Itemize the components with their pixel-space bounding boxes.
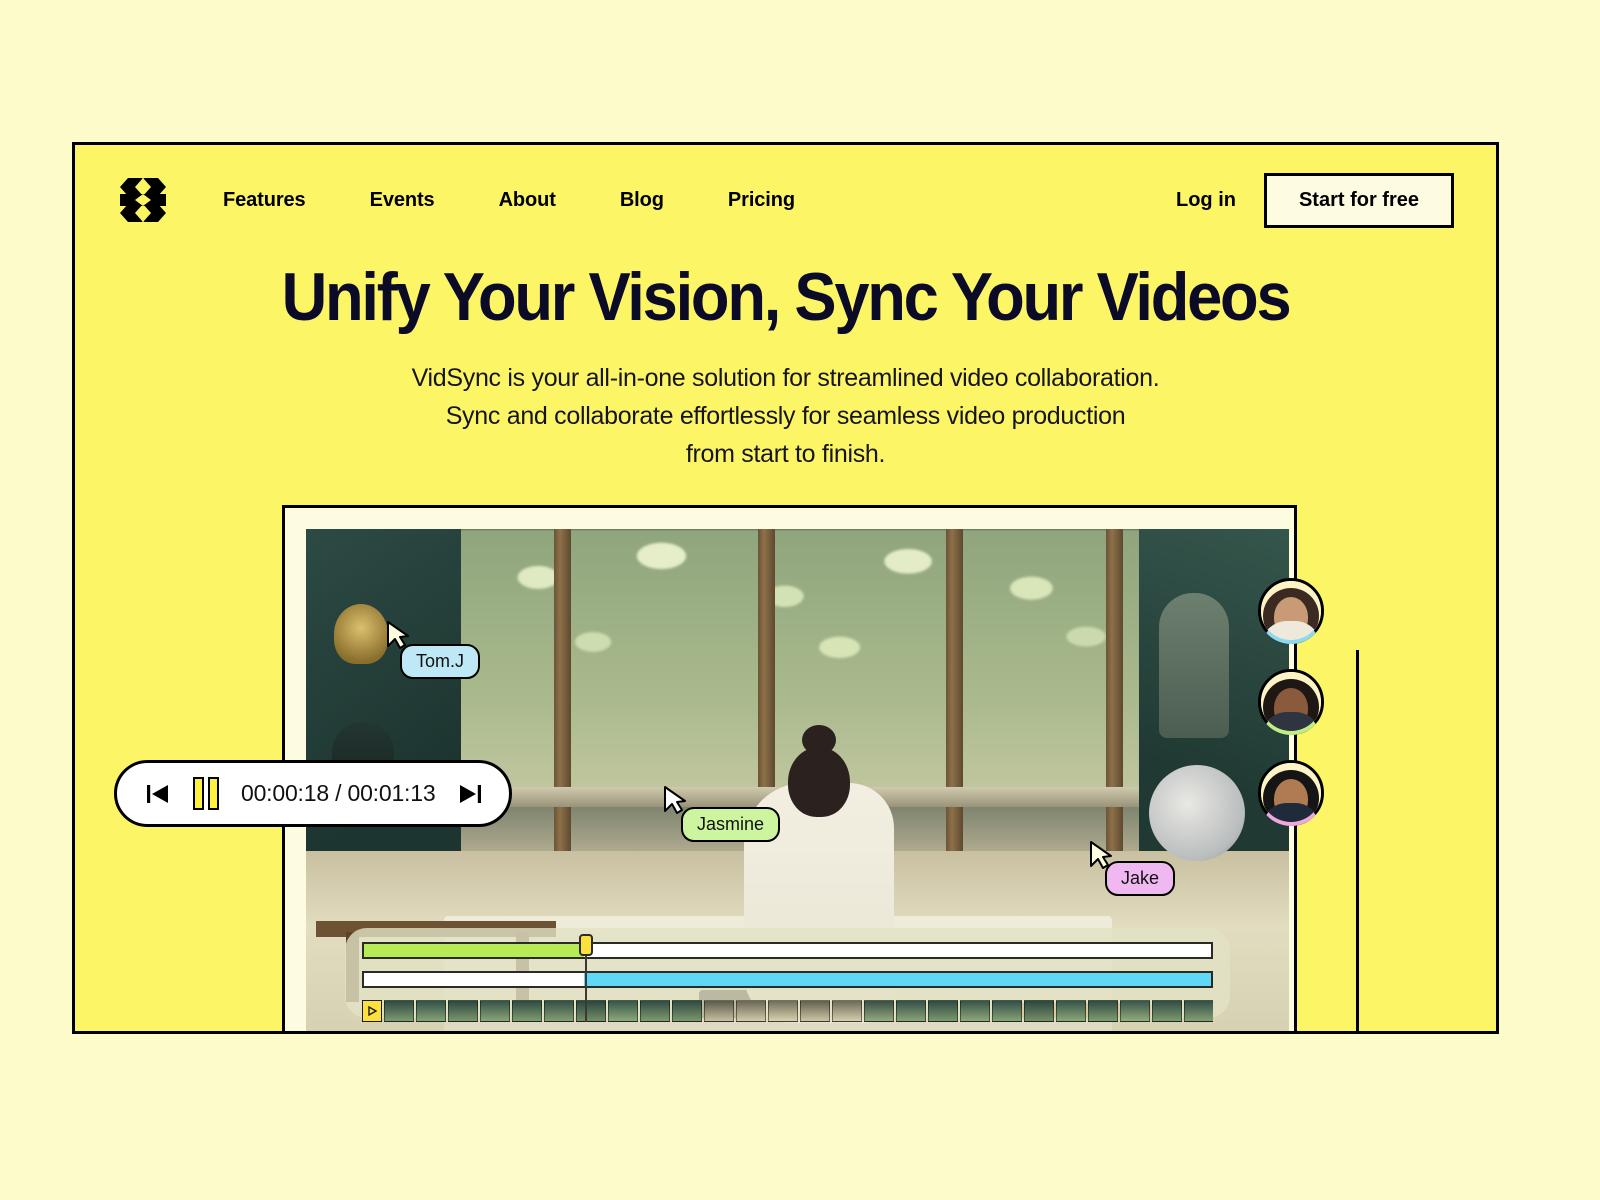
avatar[interactable] bbox=[1258, 578, 1324, 644]
nav-link-events[interactable]: Events bbox=[370, 183, 435, 218]
cursor-label-jasmine: Jasmine bbox=[681, 807, 781, 842]
timeline-playhead-handle[interactable] bbox=[579, 934, 593, 956]
skip-back-icon[interactable] bbox=[145, 782, 171, 806]
nav-link-pricing[interactable]: Pricing bbox=[728, 183, 795, 218]
player-time-display: 00:00:18 / 00:01:13 bbox=[241, 780, 436, 806]
start-for-free-button[interactable]: Start for free bbox=[1263, 172, 1454, 228]
hero-subtitle-line-2: Sync and collaborate effortlessly for se… bbox=[445, 402, 1126, 430]
video-player-controls: 00:00:18 / 00:01:13 bbox=[114, 760, 512, 827]
nav-link-about[interactable]: About bbox=[499, 183, 556, 218]
play-triangle-icon[interactable] bbox=[362, 1000, 382, 1022]
main-navigation: Features Events About Blog Pricing Log i… bbox=[75, 145, 1496, 255]
page-title: Unify Your Vision, Sync Your Videos bbox=[281, 259, 1292, 335]
timeline-segment-empty bbox=[364, 973, 585, 986]
avatar[interactable] bbox=[1258, 760, 1324, 826]
nav-link-blog[interactable]: Blog bbox=[620, 183, 664, 218]
avatar[interactable] bbox=[1258, 669, 1324, 735]
hero-section: Unify Your Vision, Sync Your Videos VidS… bbox=[75, 263, 1496, 473]
nav-link-features[interactable]: Features bbox=[223, 183, 306, 218]
cursor-label-jake: Jake bbox=[1105, 861, 1176, 896]
hero-subtitle-line-1: VidSync is your all-in-one solution for … bbox=[411, 364, 1160, 392]
timeline-segment-filled bbox=[364, 944, 585, 957]
timeline-segment-filled bbox=[584, 973, 1211, 986]
skip-forward-icon[interactable] bbox=[457, 782, 483, 806]
timeline-track-audio[interactable] bbox=[362, 942, 1213, 959]
hero-subtitle: VidSync is your all-in-one solution for … bbox=[75, 359, 1496, 473]
collaborator-rail-line bbox=[1356, 650, 1359, 1031]
timeline-track-caption[interactable] bbox=[362, 971, 1213, 988]
nav-actions: Log in Start for free bbox=[1176, 172, 1454, 228]
timeline-segment-empty bbox=[584, 944, 1211, 957]
cursor-label-tom: Tom.J bbox=[400, 644, 481, 679]
hero-subtitle-line-3: from start to finish. bbox=[685, 440, 886, 468]
login-link[interactable]: Log in bbox=[1176, 189, 1236, 212]
timeline-playhead[interactable] bbox=[579, 934, 593, 1022]
vidsync-hourglass-logo-icon[interactable] bbox=[115, 172, 171, 228]
timeline-filmstrip[interactable] bbox=[362, 1000, 1213, 1022]
nav-links: Features Events About Blog Pricing bbox=[223, 183, 795, 218]
timeline-panel[interactable] bbox=[345, 928, 1230, 1022]
pause-icon[interactable] bbox=[193, 777, 219, 810]
